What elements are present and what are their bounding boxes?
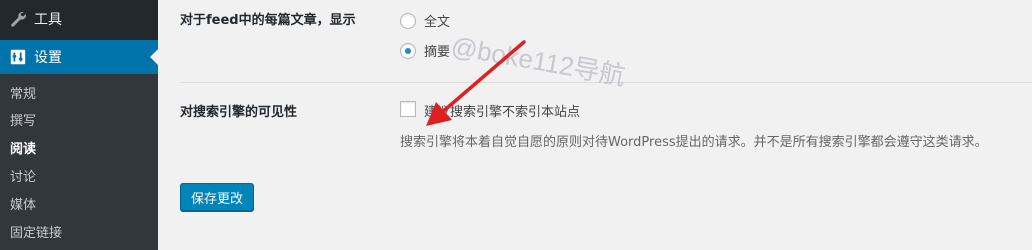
discourage-search-checkbox[interactable] [400,101,416,117]
visibility-label: 对搜索引擎的可见性 [180,105,298,120]
submenu-item-writing[interactable]: 撰写 [10,112,36,132]
visibility-description: 搜索引擎将本着自觉自愿的原则对待WordPress提出的请求。并不是所有搜索引擎… [400,135,988,150]
submenu-item-discussion[interactable]: 讨论 [10,168,36,188]
radio-label-full-text[interactable]: 全文 [424,11,450,30]
radio-selected-dot [405,48,411,54]
save-changes-button[interactable]: 保存更改 [180,183,254,211]
sidebar-item-settings[interactable]: 设置 [0,40,158,74]
current-menu-arrow [150,49,158,65]
settings-submenu: 常规 撰写 阅读 讨论 媒体 固定链接 [0,74,158,250]
sidebar-item-label: 设置 [34,50,62,66]
sidebar-item-tools[interactable]: 工具 [0,4,158,34]
submenu-item-reading[interactable]: 阅读 [10,140,36,160]
app-root: 工具 设置 常规 撰写 阅读 讨论 媒体 固定链接 对于feed中的每篇文章，显… [0,0,1032,250]
radio-full-text[interactable] [400,13,416,29]
admin-sidebar: 工具 设置 常规 撰写 阅读 讨论 媒体 固定链接 [0,0,158,250]
submenu-item-media[interactable]: 媒体 [10,196,36,216]
settings-icon [8,47,28,67]
radio-summary[interactable] [400,43,416,59]
radio-label-summary[interactable]: 摘要 [424,41,450,60]
wrench-icon [8,9,28,29]
feed-label: 对于feed中的每篇文章，显示 [180,13,356,28]
sidebar-item-label: 工具 [34,12,62,28]
submenu-item-permalinks[interactable]: 固定链接 [10,224,62,244]
submenu-item-general[interactable]: 常规 [10,85,36,105]
discourage-search-label[interactable]: 建议搜索引擎不索引本站点 [424,101,580,120]
